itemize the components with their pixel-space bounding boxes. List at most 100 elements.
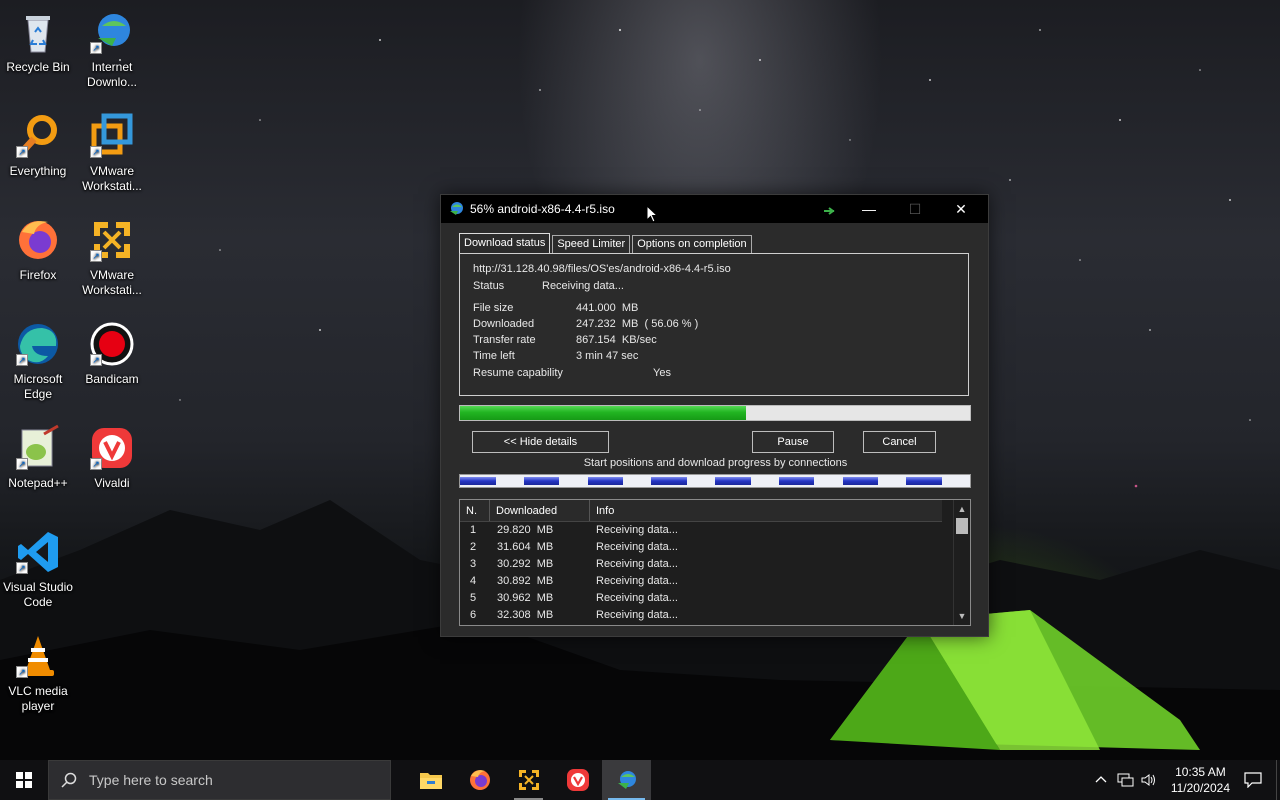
taskbar-firefox[interactable] xyxy=(455,760,504,800)
connection-segment xyxy=(460,475,524,487)
start-button[interactable] xyxy=(0,760,48,800)
download-progress-bar xyxy=(459,405,971,421)
hide-details-button[interactable]: << Hide details xyxy=(472,431,609,453)
connection-segment-progress xyxy=(842,477,879,485)
cell-info: Receiving data... xyxy=(596,592,678,604)
mouse-cursor-icon xyxy=(646,205,658,223)
tab-strip: Download status Speed Limiter Options on… xyxy=(459,233,754,253)
connection-segment-progress xyxy=(587,477,624,485)
connection-segment-progress xyxy=(523,477,560,485)
taskbar-clock[interactable]: 10:35 AM 11/20/2024 xyxy=(1171,764,1230,796)
desktop-icon-vmware[interactable]: ↗ VMware Workstati... xyxy=(74,112,150,194)
vmware-player-icon: ↗ xyxy=(88,216,136,264)
table-body: 1 29.820 MB Receiving data... 2 31.604 M… xyxy=(460,522,952,624)
maximize-button[interactable]: ☐ xyxy=(892,195,938,223)
vscode-icon: ↗ xyxy=(14,528,62,576)
cell-info: Receiving data... xyxy=(596,609,678,621)
chevron-up-icon[interactable] xyxy=(1095,774,1107,786)
system-tray: 10:35 AM 11/20/2024 xyxy=(1095,760,1280,800)
network-icon[interactable] xyxy=(1117,773,1135,787)
minimize-button[interactable]: — xyxy=(846,195,892,223)
table-row[interactable]: 3 30.292 MB Receiving data... xyxy=(460,556,952,573)
tab-options-on-completion[interactable]: Options on completion xyxy=(632,235,752,253)
taskbar-vmware[interactable] xyxy=(504,760,553,800)
windows-logo-icon xyxy=(16,772,32,788)
vmware-icon: ↗ xyxy=(88,112,136,160)
column-header-downloaded[interactable]: Downloaded xyxy=(490,500,590,521)
connection-segment-progress xyxy=(460,477,496,485)
cell-info: Receiving data... xyxy=(596,575,678,587)
desktop-icon-label: VMware Workstati... xyxy=(82,164,142,193)
cell-n: 3 xyxy=(470,558,477,570)
connection-segment xyxy=(523,475,588,487)
taskbar-vivaldi[interactable] xyxy=(553,760,602,800)
connection-segment-progress xyxy=(778,477,815,485)
taskbar-file-explorer[interactable] xyxy=(406,760,455,800)
idm-icon: ↗ xyxy=(88,8,136,56)
desktop-icon-vmware-player[interactable]: ↗ VMware Workstati... xyxy=(74,216,150,298)
scroll-up-icon[interactable]: ▲ xyxy=(954,502,970,516)
taskbar-search-box[interactable]: Type here to search xyxy=(48,760,391,800)
resume-capability-value: Yes xyxy=(653,367,671,379)
scrollbar-thumb[interactable] xyxy=(956,518,968,534)
desktop-icon-idm[interactable]: ↗ Internet Downlo... xyxy=(74,8,150,90)
column-header-n[interactable]: N. xyxy=(460,500,490,521)
recycle-bin-icon xyxy=(14,8,62,56)
table-scrollbar[interactable]: ▲ ▼ xyxy=(953,500,970,625)
column-header-info[interactable]: Info xyxy=(590,500,942,521)
file-size-label: File size xyxy=(473,302,514,314)
table-row[interactable]: 2 31.604 MB Receiving data... xyxy=(460,539,952,556)
desktop-icon-label: Everything xyxy=(9,164,67,178)
notification-icon[interactable] xyxy=(1244,772,1262,788)
tab-speed-limiter[interactable]: Speed Limiter xyxy=(552,235,631,253)
desktop-icon-notepadpp[interactable]: ↗ Notepad++ xyxy=(0,424,76,491)
desktop-icon-label: Recycle Bin xyxy=(6,60,70,74)
cell-n: 1 xyxy=(470,524,477,536)
desktop-icon-edge[interactable]: ↗ Microsoft Edge xyxy=(0,320,76,402)
cancel-button[interactable]: Cancel xyxy=(863,431,936,453)
close-button[interactable]: ✕ xyxy=(938,195,984,223)
desktop-icon-label: Notepad++ xyxy=(8,476,68,490)
connection-segment-progress xyxy=(715,477,751,485)
desktop-icon-vscode[interactable]: ↗ Visual Studio Code xyxy=(0,528,76,610)
cell-n: 2 xyxy=(470,541,477,553)
desktop-icon-label: Visual Studio Code xyxy=(3,580,73,609)
table-row[interactable]: 5 30.962 MB Receiving data... xyxy=(460,590,952,607)
table-row[interactable]: 4 30.892 MB Receiving data... xyxy=(460,573,952,590)
cell-downloaded: 30.892 MB xyxy=(497,575,554,587)
desktop-icon-label: Vivaldi xyxy=(94,476,130,490)
resume-capability-label: Resume capability xyxy=(473,367,563,379)
desktop-icon-bandicam[interactable]: ↗ Bandicam xyxy=(74,320,150,387)
volume-icon[interactable] xyxy=(1141,773,1157,787)
table-row[interactable]: 1 29.820 MB Receiving data... xyxy=(460,522,952,539)
pause-button[interactable]: Pause xyxy=(752,431,834,453)
connection-segment-progress xyxy=(651,477,687,485)
file-size-value: 441.000 MB xyxy=(576,302,639,314)
desktop-icon-label: Internet Downlo... xyxy=(86,60,138,89)
bandicam-icon: ↗ xyxy=(88,320,136,368)
time-left-label: Time left xyxy=(473,350,515,362)
desktop-icon-recycle-bin[interactable]: Recycle Bin xyxy=(0,8,76,75)
show-desktop-button[interactable] xyxy=(1276,760,1280,800)
desktop-icon-vlc[interactable]: ↗ VLC media player xyxy=(0,632,76,714)
download-url: http://31.128.40.98/files/OS'es/android-… xyxy=(473,263,731,275)
desktop-icon-firefox[interactable]: Firefox xyxy=(0,216,76,283)
window-titlebar[interactable]: 56% android-x86-4.4-r5.iso — ☐ ✕ xyxy=(441,195,988,223)
cell-n: 4 xyxy=(470,575,477,587)
cell-info: Receiving data... xyxy=(596,541,678,553)
tab-download-status[interactable]: Download status xyxy=(459,233,551,253)
cell-downloaded: 29.820 MB xyxy=(497,524,554,536)
idm-download-window: 56% android-x86-4.4-r5.iso — ☐ ✕ Downloa… xyxy=(440,194,989,637)
download-details-panel: http://31.128.40.98/files/OS'es/android-… xyxy=(459,253,969,396)
firefox-icon xyxy=(469,770,490,790)
desktop-icon-vivaldi[interactable]: ↗ Vivaldi xyxy=(74,424,150,491)
table-row[interactable]: 6 32.308 MB Receiving data... xyxy=(460,607,952,624)
scroll-down-icon[interactable]: ▼ xyxy=(954,609,970,623)
desktop-icon-label: Bandicam xyxy=(85,372,139,386)
taskbar-idm[interactable] xyxy=(602,760,651,800)
downloaded-value: 247.232 MB ( 56.06 % ) xyxy=(576,318,699,330)
vivaldi-icon xyxy=(566,769,589,791)
file-explorer-icon xyxy=(419,773,442,789)
desktop-icon-everything[interactable]: ↗ Everything xyxy=(0,112,76,179)
connection-segment xyxy=(778,475,843,487)
